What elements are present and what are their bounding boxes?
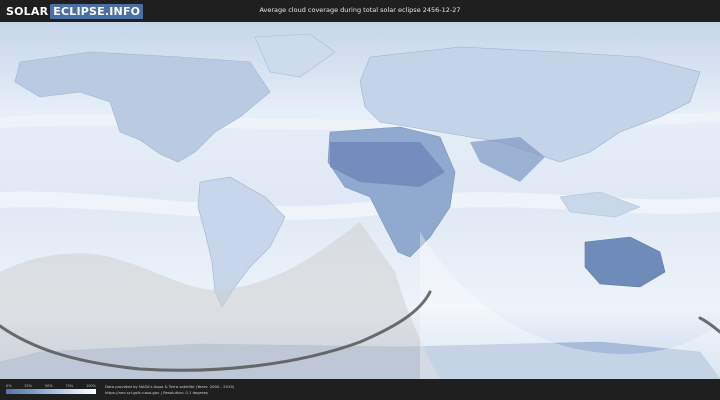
top-bar: SOLAR ECLIPSE.INFO Average cloud coverag… [0,0,720,22]
site-logo[interactable]: SOLAR ECLIPSE.INFO [6,3,144,19]
credit-line-2[interactable]: https://neo.sci.gsfc.nasa.gov | Resoluti… [105,390,234,396]
cloud-scale-legend: 0% 25% 50% 75% 100% [6,384,96,394]
scale-gradient-bar [6,389,96,394]
logo-text-solar: SOLAR [6,4,49,18]
map-title: Average cloud coverage during total sola… [259,6,461,14]
scale-tick: 25% [24,384,33,388]
scale-tick: 100% [85,384,96,388]
scale-tick: 50% [44,384,53,388]
cloud-coverage-map[interactable] [0,22,720,379]
logo-text-eclipse-info: ECLIPSE.INFO [50,3,144,19]
scale-tick: 0% [6,384,12,388]
credit-line-1: Data provided by NASA's Aqua & Terra sat… [105,384,235,389]
map-svg [0,22,720,379]
scale-tick: 75% [65,384,74,388]
data-credits: Data provided by NASA's Aqua & Terra sat… [105,384,234,395]
